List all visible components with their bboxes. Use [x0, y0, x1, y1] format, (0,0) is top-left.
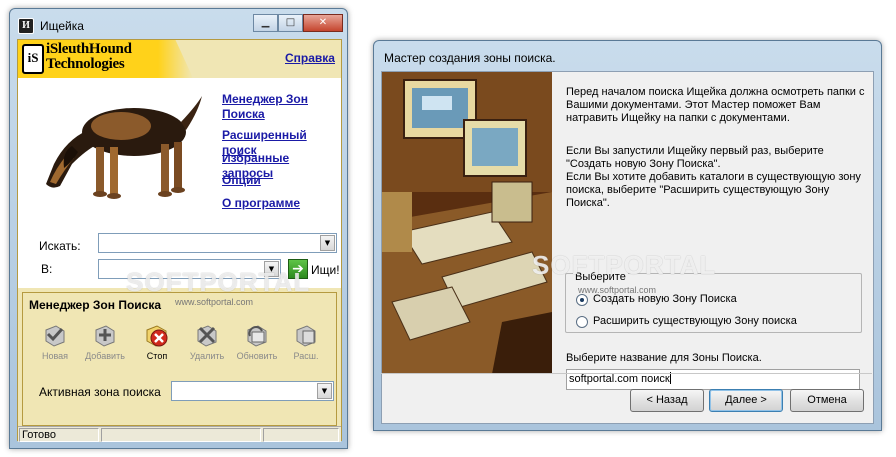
cancel-button[interactable]: Отмена [790, 389, 864, 412]
maximize-icon: □ [285, 17, 296, 28]
zone-manager-title: Менеджер Зон Поиска [29, 298, 162, 312]
next-button[interactable]: Далее > [709, 389, 783, 412]
status-text: Готово [19, 428, 99, 442]
ishchejka-main-window: И Ищейка ▁ □ ✕ iS iSleuthHound Technolog… [9, 8, 348, 449]
close-icon: ✕ [318, 17, 328, 28]
home-panel: Менеджер Зон Поиска Расширенный поиск Из… [18, 78, 341, 288]
zone-wizard-dialog: Мастер создания зоны поиска. Перед начал… [373, 40, 882, 431]
expand-icon [296, 325, 316, 347]
new-zone-icon [45, 325, 65, 347]
app-icon[interactable]: И [18, 18, 34, 34]
watermark-url: www.softportal.com [175, 297, 254, 307]
sniffing-dog-icon [46, 96, 202, 199]
active-zone-combo[interactable]: ▼ [171, 381, 334, 401]
window-title: Ищейка [40, 19, 84, 33]
logo-line-2: Technologies [46, 56, 125, 72]
stop-icon [146, 325, 168, 347]
maximize-button[interactable]: □ [278, 14, 303, 32]
stop-button[interactable]: Стоп [135, 322, 179, 366]
nav-zone-manager-link[interactable]: Менеджер Зон Поиска [222, 92, 332, 122]
logo-bar: iS iSleuthHound Technologies Справка [18, 40, 341, 78]
wizard-title: Мастер создания зоны поиска. [384, 51, 556, 65]
search-combo[interactable]: ▼ [98, 233, 337, 253]
active-zone-label: Активная зона поиска [39, 385, 161, 399]
delete-label: Удалить [189, 351, 225, 361]
logo-line-1: iSleuthHound [46, 41, 132, 57]
refresh-button[interactable]: Обновить [235, 322, 279, 366]
status-cell-2 [101, 428, 261, 442]
zone-manager-panel: Менеджер Зон Поиска www.softportal.com Н… [22, 292, 337, 426]
back-button[interactable]: < Назад [630, 389, 704, 412]
refresh-icon [247, 325, 267, 347]
search-label: Искать: [39, 239, 81, 253]
chevron-down-icon[interactable]: ▼ [320, 235, 335, 251]
help-link[interactable]: Справка [285, 51, 335, 65]
minimize-button[interactable]: ▁ [253, 14, 278, 32]
add-icon [95, 325, 115, 347]
delete-icon [197, 325, 217, 347]
expand-label: Расш. [293, 351, 319, 361]
delete-button[interactable]: Удалить [185, 322, 229, 366]
logo-mark: iS [22, 44, 44, 74]
minimize-icon: ▁ [261, 17, 270, 28]
title-bar[interactable]: И Ищейка ▁ □ ✕ [10, 9, 347, 39]
stop-label: Стоп [146, 351, 168, 361]
new-zone-button[interactable]: Новая [33, 322, 77, 366]
button-separator [381, 373, 872, 374]
wizard-button-strip: < Назад Далее > Отмена [381, 71, 874, 424]
refresh-label: Обновить [236, 351, 278, 361]
in-label: В: [41, 262, 53, 276]
expand-button[interactable]: Расш. [284, 322, 328, 366]
add-button[interactable]: Добавить [83, 322, 127, 366]
company-logo: iSleuthHound Technologies [46, 42, 132, 72]
go-button-label[interactable]: Ищи! [311, 263, 340, 277]
status-cell-3 [263, 428, 339, 442]
main-client-area: iS iSleuthHound Technologies Справка Мен… [17, 39, 342, 442]
nav-about-link[interactable]: О программе [222, 196, 300, 211]
status-bar: Готово [18, 426, 341, 442]
add-label: Добавить [85, 351, 125, 361]
nav-options-link[interactable]: Опции [222, 173, 261, 188]
close-button[interactable]: ✕ [303, 14, 343, 32]
new-zone-label: Новая [41, 351, 69, 361]
chevron-down-icon[interactable]: ▼ [317, 383, 332, 399]
